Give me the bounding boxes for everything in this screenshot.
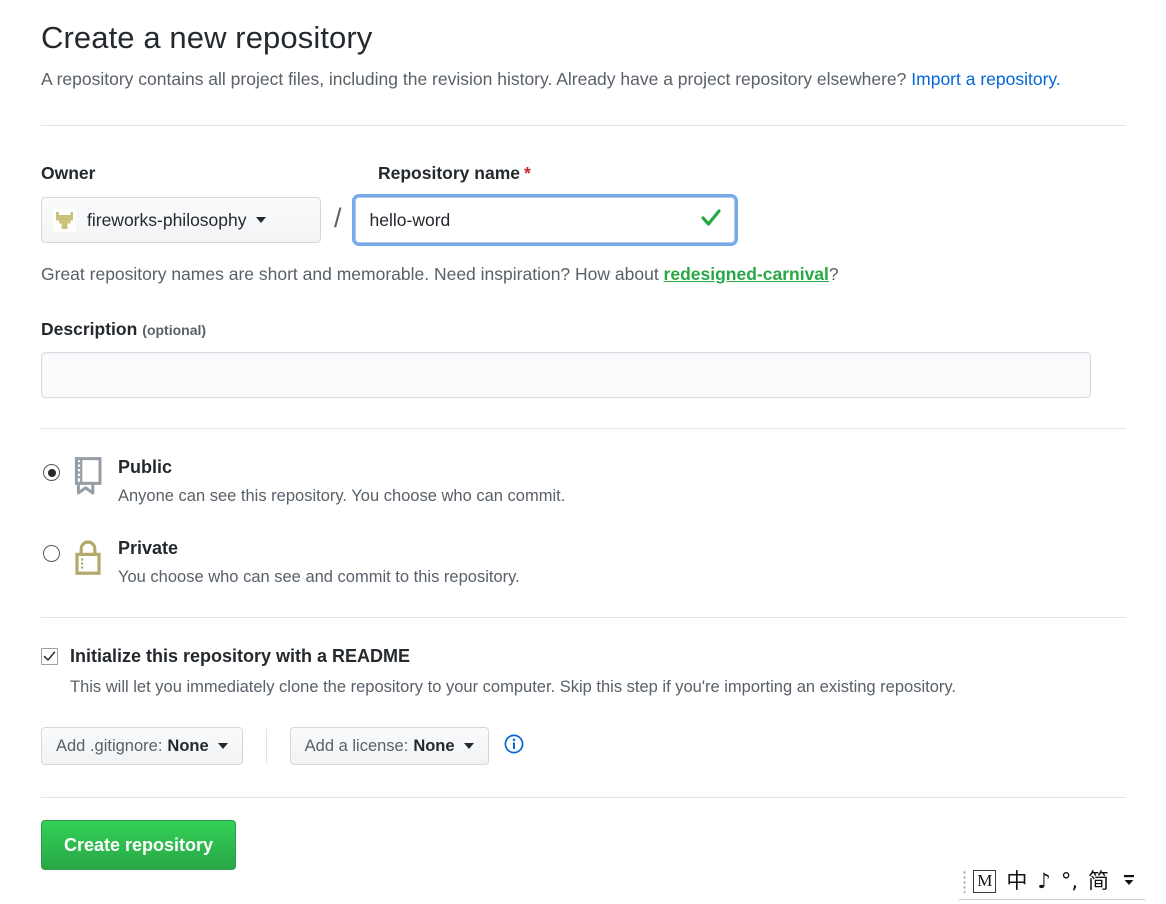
chevron-down-icon xyxy=(217,743,228,749)
lock-icon xyxy=(72,538,104,581)
page-description-text: A repository contains all project files,… xyxy=(41,69,907,89)
repository-name-label: Repository name xyxy=(378,163,520,183)
description-optional-tag: (optional) xyxy=(142,322,207,338)
readme-checkbox[interactable] xyxy=(41,647,58,665)
create-repository-page: Create a new repository A repository con… xyxy=(0,0,1166,870)
repository-name-input[interactable] xyxy=(354,197,735,243)
owner-label: Owner xyxy=(41,163,96,183)
private-title: Private xyxy=(118,538,179,558)
field-labels-row: Owner Repository name * xyxy=(41,162,1126,184)
description-block: Description (optional) xyxy=(41,318,1126,398)
visibility-divider xyxy=(41,617,1126,618)
gitignore-value: None xyxy=(167,736,209,755)
path-separator: / xyxy=(334,203,342,233)
public-title: Public xyxy=(118,457,173,477)
expand-collapse-icon[interactable] xyxy=(1121,868,1137,895)
private-option-text: Private You choose who can see and commi… xyxy=(118,536,520,589)
gitignore-prefix: Add .gitignore: xyxy=(56,736,163,755)
public-option-text: Public Anyone can see this repository. Y… xyxy=(118,455,565,508)
visibility-options: Public Anyone can see this repository. Y… xyxy=(41,455,1126,589)
simplified-chinese-toggle[interactable]: 简 xyxy=(1088,870,1109,892)
page-description: A repository contains all project files,… xyxy=(41,64,1101,95)
sound-toggle[interactable]: ♪ xyxy=(1037,870,1050,892)
private-description: You choose who can see and commit to thi… xyxy=(118,568,520,586)
owner-and-name-block: Owner Repository name * fireworks-philos… xyxy=(41,162,1126,286)
ime-toolbar[interactable]: M 中 ♪ °, 简 xyxy=(959,863,1145,900)
page-title: Create a new repository xyxy=(41,20,373,55)
license-value: None xyxy=(413,736,455,755)
drag-grip-icon[interactable] xyxy=(963,869,967,893)
license-dropdown[interactable]: Add a license: None xyxy=(289,727,489,765)
required-asterisk: * xyxy=(523,163,531,183)
info-circle-icon[interactable] xyxy=(503,733,525,760)
description-label: Description xyxy=(41,319,138,339)
readme-description: This will let you immediately clone the … xyxy=(70,678,956,696)
identicon-avatar xyxy=(53,208,76,232)
chevron-down-icon xyxy=(463,743,474,749)
hint-prefix: Great repository names are short and mem… xyxy=(41,264,664,284)
private-radio[interactable] xyxy=(43,545,60,562)
description-label-row: Description (optional) xyxy=(41,318,1126,340)
footer-divider xyxy=(41,797,1126,798)
visibility-option-public[interactable]: Public Anyone can see this repository. Y… xyxy=(41,455,1126,508)
owner-dropdown[interactable]: fireworks-philosophy xyxy=(41,197,321,243)
owner-and-name-inputs: fireworks-philosophy / xyxy=(41,197,1126,243)
owner-name: fireworks-philosophy xyxy=(87,209,247,230)
ime-mode-button[interactable]: M xyxy=(973,869,997,893)
gitignore-dropdown[interactable]: Add .gitignore: None xyxy=(41,727,243,765)
license-prefix: Add a license: xyxy=(304,736,409,755)
import-repository-link[interactable]: Import a repository. xyxy=(911,69,1060,89)
public-description: Anyone can see this repository. You choo… xyxy=(118,487,566,505)
visibility-option-private[interactable]: Private You choose who can see and commi… xyxy=(41,536,1126,589)
chevron-down-icon xyxy=(255,217,266,223)
chinese-mode-toggle[interactable]: 中 xyxy=(1006,870,1027,892)
repository-name-hint: Great repository names are short and mem… xyxy=(41,262,1126,286)
dropdowns-divider xyxy=(265,729,267,763)
public-radio[interactable] xyxy=(43,464,60,481)
suggested-name-link[interactable]: redesigned-carnival xyxy=(664,264,829,284)
hint-suffix: ? xyxy=(828,264,839,284)
repo-book-icon xyxy=(72,457,104,500)
description-divider xyxy=(41,428,1126,429)
description-input[interactable] xyxy=(41,352,1091,398)
punctuation-toggle[interactable]: °, xyxy=(1061,870,1078,892)
create-repository-button[interactable]: Create repository xyxy=(41,820,237,870)
readme-block: Initialize this repository with a README… xyxy=(41,644,1126,699)
readme-title: Initialize this repository with a README xyxy=(70,646,411,666)
readme-checkbox-row[interactable]: Initialize this repository with a README xyxy=(41,644,1126,668)
header-divider xyxy=(41,125,1126,126)
repository-name-field-wrap xyxy=(354,197,735,243)
template-dropdowns-row: Add .gitignore: None Add a license: None xyxy=(41,727,1126,765)
